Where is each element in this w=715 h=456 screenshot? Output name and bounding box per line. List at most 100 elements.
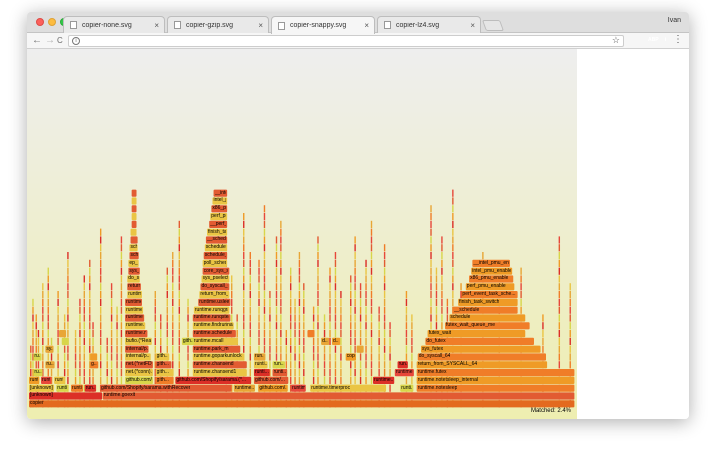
flame-frame[interactable] [29,384,55,392]
flame-frame[interactable] [74,369,77,377]
flame-frame[interactable] [452,291,454,299]
flame-frame[interactable] [280,267,282,275]
flame-frame[interactable] [452,236,454,244]
flame-frame[interactable] [294,376,296,384]
flame-frame[interactable] [312,361,315,369]
flame-frame[interactable] [569,298,571,306]
flame-frame[interactable] [329,314,331,322]
flame-frame[interactable] [452,189,454,197]
flame-frame[interactable] [323,330,326,338]
flame-frame[interactable] [63,361,66,369]
flame-frame[interactable] [249,353,251,361]
flame-frame[interactable] [253,353,266,361]
flame-frame[interactable] [30,369,32,377]
flame-frame[interactable] [160,322,162,330]
flame-frame[interactable] [99,228,102,236]
flame-frame[interactable] [370,236,373,244]
flame-frame[interactable] [178,283,181,291]
flame-frame[interactable] [45,361,55,369]
flame-frame[interactable] [116,369,118,377]
flame-frame[interactable] [416,376,575,384]
flame-frame[interactable] [354,376,356,384]
flame-frame[interactable] [317,369,319,377]
tab-copier-snappy[interactable]: copier-snappy.svg × [271,16,375,34]
flame-frame[interactable] [42,330,44,338]
flame-frame[interactable] [378,314,380,322]
flame-frame[interactable] [430,291,432,299]
flame-frame[interactable] [354,298,356,306]
flame-frame[interactable] [303,322,305,330]
flame-frame[interactable] [116,353,118,361]
flame-frame[interactable] [154,291,156,299]
flame-frame[interactable] [558,283,561,291]
flame-frame[interactable] [558,259,561,267]
flame-frame[interactable] [63,314,66,322]
flame-frame[interactable] [350,369,352,377]
flame-frame[interactable] [32,330,34,338]
flame-frame[interactable] [350,298,352,306]
flame-frame[interactable] [370,314,373,322]
flame-frame[interactable] [35,361,37,369]
flame-frame[interactable] [154,298,156,306]
flame-frame[interactable] [317,244,319,252]
flame-frame[interactable] [120,291,123,299]
flame-frame[interactable] [435,298,438,306]
flame-frame[interactable] [83,361,85,369]
flame-frame[interactable] [32,322,34,330]
flame-frame[interactable] [298,306,301,314]
reload-button[interactable]: C [57,34,63,47]
flame-frame[interactable] [294,322,296,330]
flame-frame[interactable] [329,267,331,275]
flame-frame[interactable] [79,322,81,330]
flame-frame[interactable] [340,298,342,306]
flame-frame[interactable] [441,322,443,330]
flame-frame[interactable] [417,353,547,361]
flame-frame[interactable] [67,259,69,267]
flame-frame[interactable] [280,291,282,299]
flame-frame[interactable] [67,345,69,353]
flame-frame[interactable] [289,322,292,330]
flame-frame[interactable] [435,267,438,275]
flame-frame[interactable] [350,314,352,322]
flame-frame[interactable] [354,322,356,330]
flame-frame[interactable] [106,376,108,384]
flame-frame[interactable] [275,298,278,306]
flame-frame[interactable] [298,298,301,306]
flame-frame[interactable] [329,298,331,306]
flame-frame[interactable] [354,267,356,275]
flame-frame[interactable] [33,369,43,377]
flame-frame[interactable] [243,220,245,228]
flame-frame[interactable] [233,384,255,392]
flame-frame[interactable] [383,322,386,330]
flame-frame[interactable] [166,314,168,322]
flame-frame[interactable] [192,361,247,369]
flame-frame[interactable] [63,322,66,330]
flame-frame[interactable] [79,376,81,384]
flame-frame[interactable] [258,267,260,275]
flame-frame[interactable] [569,353,571,361]
flame-frame[interactable] [120,345,123,353]
flame-frame[interactable] [359,291,362,299]
flame-frame[interactable] [354,369,356,377]
flame-frame[interactable] [280,322,282,330]
flame-frame[interactable] [354,306,356,314]
flame-frame[interactable] [405,353,408,361]
flame-frame[interactable] [192,314,231,322]
flame-frame[interactable] [285,330,288,338]
flame-frame[interactable] [350,275,352,283]
flame-frame[interactable] [354,283,356,291]
flame-frame[interactable] [354,361,356,369]
flame-frame[interactable] [92,337,94,345]
flame-frame[interactable] [558,353,561,361]
flame-frame[interactable] [249,283,251,291]
flame-frame[interactable] [289,306,292,314]
flame-frame[interactable] [120,353,123,361]
flame-frame[interactable] [263,228,266,236]
flame-frame[interactable] [441,259,443,267]
flame-frame[interactable] [452,275,454,283]
flame-frame[interactable] [317,353,319,361]
flame-frame[interactable] [354,337,356,345]
flame-frame[interactable] [263,298,266,306]
flame-frame[interactable] [356,345,364,353]
forward-button[interactable]: → [45,34,55,47]
